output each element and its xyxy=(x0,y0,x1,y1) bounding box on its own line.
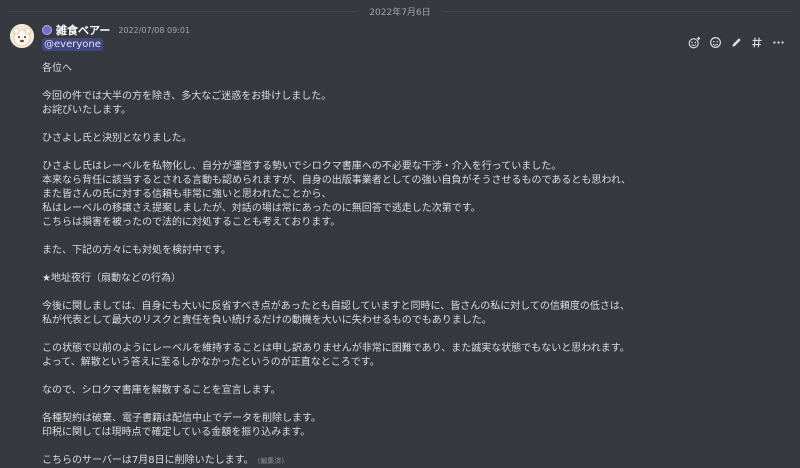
message-line: この状態で以前のようにレーベルを維持することは申し訳ありませんが非常に困難であり… xyxy=(42,342,782,356)
message-line-text: 各位へ xyxy=(42,63,72,74)
message-line-text: 私が代表として最大のリスクと責任を負い続けるだけの動機を大いに失わせるものでもあ… xyxy=(42,315,492,326)
message-line-text: 私はレーベルの移譲さえ提案しましたが、対話の場は常にあったのに無回答で逃走した次… xyxy=(42,203,481,214)
message-line-text: この状態で以前のようにレーベルを維持することは申し訳ありませんが非常に困難であり… xyxy=(42,343,630,354)
message-line: 各位へ xyxy=(42,62,782,76)
message-line: 私はレーベルの移譲さえ提案しましたが、対話の場は常にあったのに無回答で逃走した次… xyxy=(42,202,782,216)
message-line-text: 今回の件では大半の方を除き、多大なご迷惑をお掛けしました。 xyxy=(42,91,332,102)
message-line-text: 印税に関しては現時点で確定している金額を振り込みます。 xyxy=(42,427,311,438)
message-line-text: ひさよし氏はレーベルを私物化し、自分が運営する勢いでシロクマ書庫への不必要な干渉… xyxy=(42,161,562,172)
edit-icon[interactable] xyxy=(727,33,746,52)
date-divider-label: 2022年7月6日 xyxy=(369,7,431,18)
date-divider: 2022年7月6日 xyxy=(0,0,800,22)
message-line-text: お詫びいたします。 xyxy=(42,105,131,116)
thread-icon[interactable] xyxy=(748,33,767,52)
message-line-text: 本来なら背任に該当するとされる言動も認められますが、自身の出版事業者としての強い… xyxy=(42,175,631,186)
timestamp[interactable]: 2022/07/08 09:01 xyxy=(118,26,190,35)
message-line: 私が代表として最大のリスクと責任を負い続けるだけの動機を大いに失わせるものでもあ… xyxy=(42,314,782,328)
role-icon xyxy=(42,25,52,35)
message-line: こちらのサーバーは7月8日に削除いたします。 (編集済) xyxy=(42,454,782,468)
message-line: お詫びいたします。 xyxy=(42,104,782,118)
message-line: よって、解散という答えに至るしかなかったというのが正直なところです。 xyxy=(42,356,782,370)
message-line-text: こちらは損害を被ったので法的に対処することも考えております。 xyxy=(42,217,341,228)
message-line: また、下記の方々にも対処を検討中です。 xyxy=(42,244,782,258)
message-line: ひさよし氏と決別となりました。 xyxy=(42,132,782,146)
message-line: 各種契約は破棄、電子書籍は配信中止でデータを削除します。 xyxy=(42,412,782,426)
message-line: ひさよし氏はレーベルを私物化し、自分が運営する勢いでシロクマ書庫への不必要な干渉… xyxy=(42,160,782,174)
message-line: ★地址夜行（扇動などの行為） xyxy=(42,272,782,286)
bear-avatar-icon xyxy=(10,24,34,48)
message-line: また皆さんの氏に対する信頼も非常に強いと思われたことから、 xyxy=(42,188,782,202)
message-line-text: 今後に関しましては、自身にも大いに反省すべき点があったとも自認していますと同時に… xyxy=(42,301,630,312)
message-line: なので、シロクマ書庫を解散することを宣言します。 xyxy=(42,384,782,398)
message-toolbar xyxy=(685,30,788,54)
message-line: 本来なら背任に該当するとされる言動も認められますが、自身の出版事業者としての強い… xyxy=(42,174,782,188)
avatar[interactable] xyxy=(10,24,34,48)
reply-icon[interactable] xyxy=(706,33,725,52)
message: 雑食ベアー 2022/07/08 09:01 @everyone 各位へ今回の件… xyxy=(0,20,800,466)
message-line-text: また、下記の方々にも対処を検討中です。 xyxy=(42,245,231,256)
message-line-text: ★地址夜行（扇動などの行為） xyxy=(42,273,181,284)
message-content: 各位へ今回の件では大半の方を除き、多大なご迷惑をお掛けしました。 お詫びいたします… xyxy=(42,62,782,468)
message-line: こちらは損害を被ったので法的に対処することも考えております。 xyxy=(42,216,782,230)
message-line-text: こちらのサーバーは7月8日に削除いたします。 xyxy=(42,455,254,466)
message-line-text: よって、解散という答えに至るしかなかったというのが正直なところです。 xyxy=(42,357,380,368)
message-line: 今回の件では大半の方を除き、多大なご迷惑をお掛けしました。 xyxy=(42,90,782,104)
message-line-text: また皆さんの氏に対する信頼も非常に強いと思われたことから、 xyxy=(42,189,332,200)
message-line: 今後に関しましては、自身にも大いに反省すべき点があったとも自認していますと同時に… xyxy=(42,300,782,314)
message-line-text: なので、シロクマ書庫を解散することを宣言します。 xyxy=(42,385,281,396)
more-icon[interactable] xyxy=(769,33,788,52)
username[interactable]: 雑食ベアー xyxy=(56,22,110,38)
message-line-text: 各種契約は破棄、電子書籍は配信中止でデータを削除します。 xyxy=(42,413,321,424)
message-line: 印税に関しては現時点で確定している金額を振り込みます。 xyxy=(42,426,782,440)
add-reaction-icon[interactable] xyxy=(685,33,704,52)
message-header: 雑食ベアー 2022/07/08 09:01 xyxy=(42,23,190,37)
message-line-text: ひさよし氏と決別となりました。 xyxy=(42,133,192,144)
edited-label: (編集済) xyxy=(257,457,285,465)
everyone-mention[interactable]: @everyone xyxy=(42,38,103,51)
